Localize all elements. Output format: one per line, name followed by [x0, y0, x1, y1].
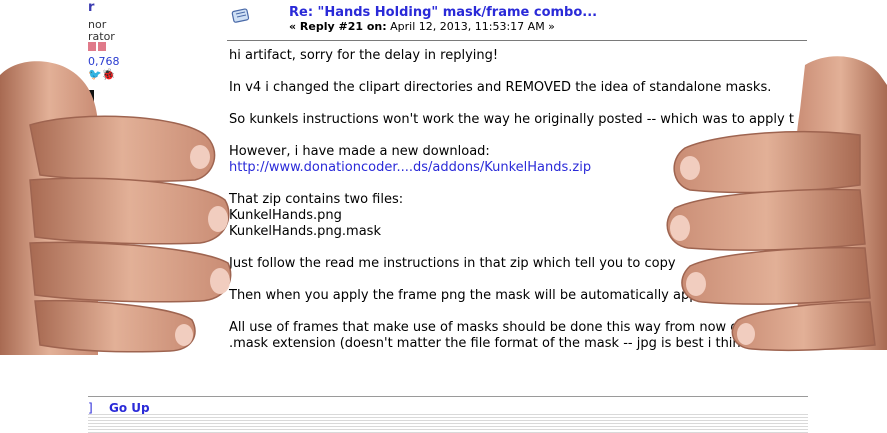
footer-bracket: ]	[88, 401, 93, 415]
author-name[interactable]: r	[88, 0, 94, 15]
post-date: April 12, 2013, 11:53:17 AM »	[390, 20, 555, 33]
post-title[interactable]: Re: "Hands Holding" mask/frame combo...	[289, 5, 597, 20]
right-hand-image	[666, 56, 887, 352]
post-meta: « Reply #21 on: April 12, 2013, 11:53:17…	[289, 20, 555, 33]
footer-divider	[88, 396, 808, 397]
star-icon	[98, 42, 106, 51]
rank-stars	[88, 42, 108, 52]
footer-stripes	[88, 414, 808, 433]
star-icon	[88, 42, 96, 51]
left-hand-image	[0, 61, 232, 355]
go-up-link[interactable]: Go Up	[109, 401, 150, 415]
post-icon	[231, 8, 250, 23]
reply-label: « Reply #21 on:	[289, 20, 387, 33]
header-divider	[227, 40, 807, 41]
